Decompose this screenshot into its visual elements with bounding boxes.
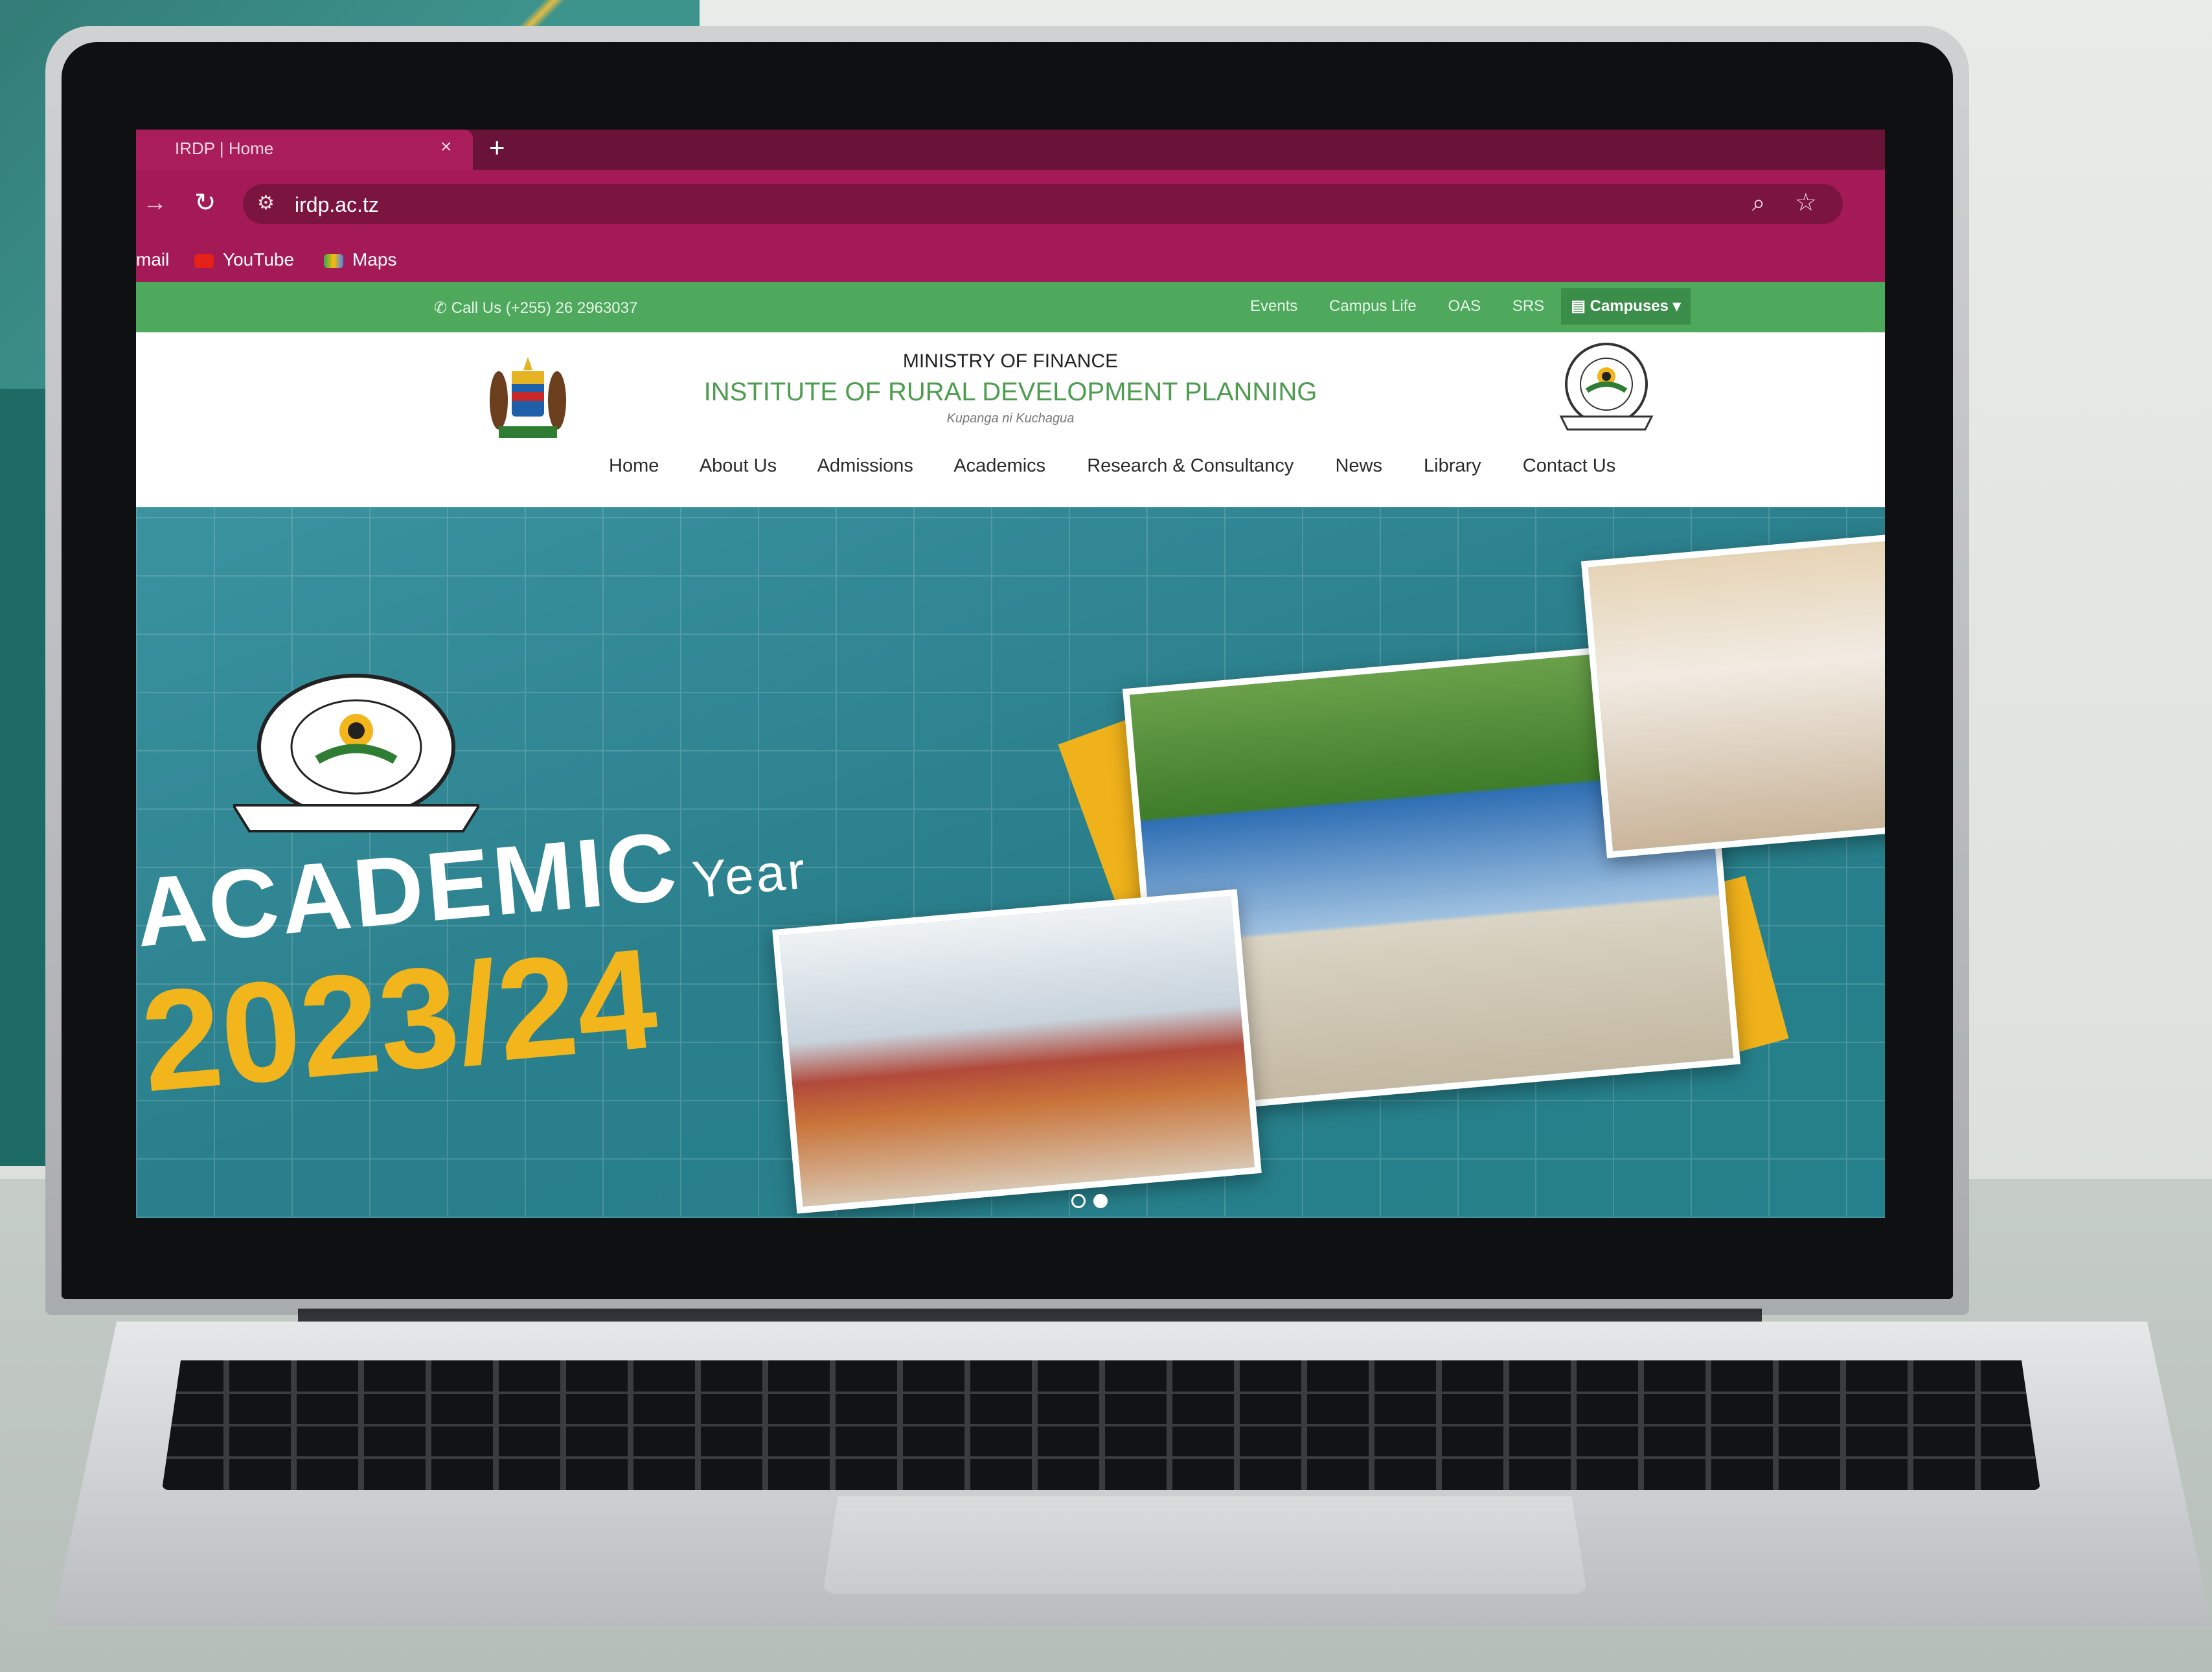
top-link-srs[interactable]: SRS: [1512, 297, 1544, 315]
lecture-hall-photo: [772, 889, 1262, 1214]
top-link-campus-life[interactable]: Campus Life: [1329, 297, 1417, 315]
tab-title: IRDP | Home: [175, 139, 274, 158]
bookmark-label: YouTube: [223, 249, 295, 269]
site-top-strip: ✆ Call Us (+255) 26 2963037 Events Campu…: [136, 282, 1885, 332]
close-icon[interactable]: ×: [440, 136, 452, 158]
carousel-indicators: [1069, 1194, 1110, 1211]
site-header: MINISTRY OF FINANCE INSTITUTE OF RURAL D…: [136, 332, 1885, 507]
main-nav: Home About Us Admissions Academics Resea…: [609, 455, 1652, 477]
carousel-dot-active[interactable]: [1093, 1194, 1108, 1208]
browser-tab-strip: IRDP | Home × +: [136, 130, 1885, 170]
maps-icon: [324, 253, 343, 268]
nav-research-consultancy[interactable]: Research & Consultancy: [1087, 455, 1294, 476]
forward-arrow-icon[interactable]: →: [143, 189, 167, 217]
nav-contact-us[interactable]: Contact Us: [1523, 455, 1615, 476]
building-icon: ▤: [1571, 297, 1590, 315]
reload-icon[interactable]: ↻: [194, 188, 216, 218]
phone-icon: ✆: [434, 299, 451, 317]
nav-academics[interactable]: Academics: [953, 455, 1045, 476]
address-bar[interactable]: ⚙ irdp.ac.tz ⌕ ☆: [243, 184, 1843, 224]
top-link-oas[interactable]: OAS: [1448, 297, 1481, 315]
browser-toolbar: → ↻ ⚙ irdp.ac.tz ⌕ ☆: [136, 170, 1885, 238]
campuses-label: Campuses: [1590, 297, 1669, 315]
nav-about-us[interactable]: About Us: [700, 455, 777, 476]
hero-irdp-seal: [233, 674, 479, 832]
call-us-link[interactable]: ✆ Call Us (+255) 26 2963037: [434, 299, 637, 317]
hero-banner[interactable]: ACADEMIC Year 2023/24: [136, 507, 1885, 1218]
browser-tab[interactable]: IRDP | Home ×: [136, 130, 473, 170]
laptop-keyboard: [162, 1360, 2040, 1490]
bookmark-maps[interactable]: Maps: [324, 249, 396, 270]
bookmark-youtube[interactable]: YouTube: [194, 249, 294, 270]
students-studying-photo: [1580, 532, 1885, 858]
bookmark-gmail[interactable]: mail: [136, 249, 169, 270]
nav-library[interactable]: Library: [1424, 455, 1481, 476]
laptop-screen: IRDP | Home × + → ↻ ⚙ irdp.ac.tz ⌕ ☆ mai…: [136, 130, 1885, 1218]
bookmark-label: mail: [136, 249, 170, 269]
site-settings-icon[interactable]: ⚙: [257, 192, 275, 214]
campuses-dropdown[interactable]: ▤ Campuses ▾: [1561, 288, 1691, 325]
new-tab-button[interactable]: +: [489, 132, 505, 163]
irdp-seal-logo: [1559, 343, 1654, 431]
nav-admissions[interactable]: Admissions: [817, 455, 913, 476]
url-text[interactable]: irdp.ac.tz: [295, 193, 379, 217]
chevron-down-icon: ▾: [1669, 297, 1681, 315]
carousel-dot[interactable]: [1071, 1194, 1086, 1208]
top-link-events[interactable]: Events: [1250, 297, 1297, 315]
bookmarks-bar: mail YouTube Maps: [136, 238, 1885, 282]
nav-news[interactable]: News: [1335, 455, 1382, 476]
zoom-icon[interactable]: ⌕: [1752, 189, 1765, 217]
bookmark-label: Maps: [352, 249, 397, 269]
call-us-text: Call Us (+255) 26 2963037: [451, 299, 638, 317]
bookmark-star-icon[interactable]: ☆: [1795, 188, 1817, 217]
youtube-icon: [194, 253, 214, 268]
nav-home[interactable]: Home: [609, 455, 659, 476]
laptop-trackpad: [823, 1496, 1587, 1594]
top-links: Events Campus Life OAS SRS: [1250, 297, 1571, 315]
year-word: Year: [690, 841, 810, 909]
